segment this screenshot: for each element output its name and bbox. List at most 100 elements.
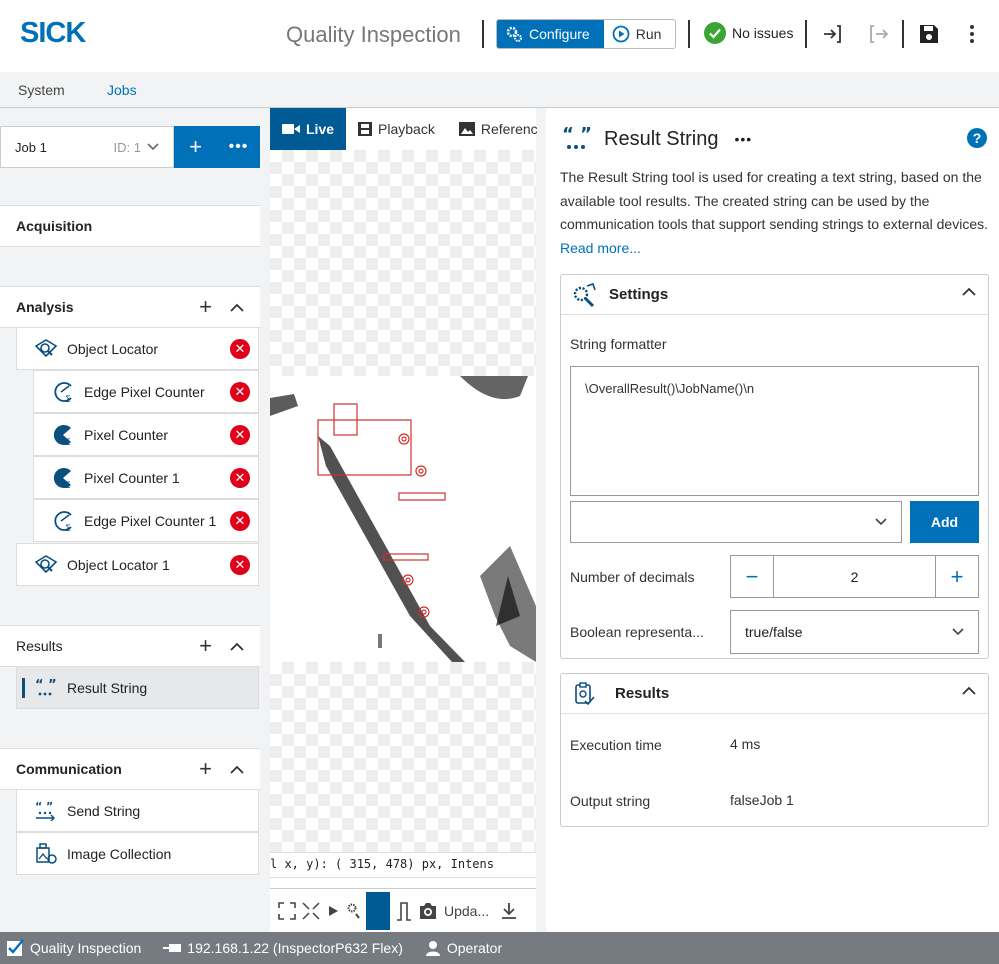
decrement-button[interactable]: − (731, 556, 773, 597)
settings-header[interactable]: Settings (561, 275, 988, 315)
status-indicator[interactable]: No issues (704, 22, 793, 44)
save-icon[interactable] (917, 22, 941, 46)
tool-item-pixel-counter-1[interactable]: Σ Pixel Counter 1 ✕ (33, 456, 259, 499)
results-card: Results Execution time 4 ms Output strin… (560, 673, 989, 827)
logout-icon[interactable] (867, 22, 891, 46)
run-label: Run (635, 26, 662, 42)
svg-text:“ ”: “ ” (35, 679, 57, 693)
chevron-down-icon (952, 628, 964, 636)
section-analysis: Analysis + (0, 286, 260, 328)
increment-button[interactable]: + (936, 556, 978, 597)
image-viewer-panel: Live Playback Referenc l x, y): (315, 4… (270, 108, 538, 932)
play-icon[interactable] (326, 904, 340, 918)
status-user: Operator (425, 940, 502, 956)
divider (688, 20, 690, 48)
execution-time-value: 4 ms (730, 736, 761, 752)
status-app: Quality Inspection (6, 939, 141, 957)
status-device-text: 192.168.1.22 (InspectorP632 Flex) (187, 940, 403, 956)
update-label[interactable]: Upda... (444, 903, 489, 919)
add-button[interactable]: Add (910, 501, 979, 543)
error-icon: ✕ (230, 425, 250, 445)
job-menu-button[interactable]: ••• (217, 126, 260, 168)
string-formatter-field[interactable]: \OverallResult()\JobName()\n (570, 366, 979, 496)
result-string-icon: “ ” (33, 675, 59, 701)
decimals-value[interactable]: 2 (773, 556, 936, 597)
camera-icon[interactable] (418, 902, 438, 920)
svg-text:“ ”: “ ” (562, 126, 592, 145)
chevron-up-icon[interactable] (962, 686, 976, 695)
execution-time-label: Execution time (570, 737, 662, 753)
chevron-down-icon (147, 143, 159, 151)
plus-icon: + (189, 134, 202, 159)
tab-playback[interactable]: Playback (346, 108, 447, 150)
chevron-up-icon[interactable] (962, 287, 976, 296)
tool-item-send-string[interactable]: “ ” Send String (16, 789, 259, 832)
run-button[interactable]: Run (604, 20, 675, 48)
boolean-select[interactable]: true/false (730, 610, 979, 654)
configure-button[interactable]: Configure (497, 20, 604, 48)
tool-item-edge-pixel-counter[interactable]: Σ Edge Pixel Counter ✕ (33, 370, 259, 413)
read-more-link[interactable]: Read more... (560, 240, 641, 256)
section-results: Results + (0, 625, 260, 667)
tool-title-text: Result String (604, 127, 719, 150)
section-acquisition[interactable]: Acquisition (0, 205, 260, 247)
more-horizontal-icon[interactable]: ••• (735, 131, 753, 147)
chevron-up-icon[interactable] (230, 765, 244, 774)
minus-icon: − (745, 563, 759, 589)
add-tool-plus-icon[interactable]: + (199, 633, 212, 659)
tab-label: Playback (378, 121, 435, 137)
add-tool-plus-icon[interactable]: + (199, 294, 212, 320)
main-tabs: System Jobs (0, 72, 999, 112)
more-vertical-icon[interactable] (960, 22, 984, 46)
svg-text:Σ: Σ (65, 395, 71, 404)
error-icon: ✕ (230, 382, 250, 402)
gear-icon[interactable] (346, 902, 360, 920)
help-icon[interactable]: ? (967, 128, 987, 148)
tool-item-label: Edge Pixel Counter 1 (84, 512, 217, 529)
output-string-value: falseJob 1 (730, 792, 794, 808)
user-icon (425, 941, 440, 956)
results-header[interactable]: Results (561, 674, 988, 714)
formatter-function-select[interactable] (570, 501, 902, 543)
add-job-button[interactable]: + (174, 126, 217, 168)
live-image[interactable] (270, 376, 536, 662)
send-string-icon: “ ” (33, 798, 59, 824)
add-tool-plus-icon[interactable]: + (199, 756, 212, 782)
tool-item-label: Object Locator (67, 340, 159, 357)
sick-logo: SICK (20, 17, 86, 49)
settings-card: Settings String formatter \OverallResult… (560, 274, 989, 659)
tool-description: The Result String tool is used for creat… (560, 166, 990, 260)
boolean-label: Boolean representa... (570, 624, 704, 640)
status-device: 192.168.1.22 (InspectorP632 Flex) (163, 940, 403, 956)
fit-to-screen-icon[interactable] (278, 901, 296, 920)
error-icon: ✕ (230, 468, 250, 488)
status-user-text: Operator (446, 940, 503, 956)
video-camera-icon (282, 124, 300, 134)
error-icon: ✕ (230, 511, 250, 531)
tab-system[interactable]: System (18, 82, 65, 98)
job-selector[interactable]: Job 1 ID: 1 (0, 126, 174, 168)
pixel-counter-icon: Σ (50, 422, 76, 448)
download-icon[interactable] (501, 902, 517, 920)
tool-item-edge-pixel-counter-1[interactable]: Σ Edge Pixel Counter 1 ✕ (33, 499, 259, 542)
status-label: No issues (732, 25, 794, 41)
chevron-up-icon[interactable] (230, 642, 244, 651)
pulse-icon[interactable] (396, 901, 412, 921)
tab-live[interactable]: Live (270, 108, 347, 150)
tool-item-object-locator-1[interactable]: Object Locator 1 ✕ (16, 543, 259, 586)
settings-title: Settings (609, 286, 669, 303)
tab-reference[interactable]: Referenc (447, 108, 550, 150)
chevron-up-icon[interactable] (230, 303, 244, 312)
section-label: Communication (16, 761, 122, 777)
trigger-toggle[interactable] (366, 891, 390, 930)
tool-item-pixel-counter[interactable]: Σ Pixel Counter ✕ (33, 413, 259, 456)
tool-item-label: Pixel Counter (84, 426, 169, 443)
expand-icon[interactable] (302, 901, 320, 920)
login-icon[interactable] (820, 22, 844, 46)
tool-item-label: Image Collection (67, 845, 172, 862)
job-name: Job 1 (15, 139, 47, 155)
tool-item-result-string[interactable]: “ ” Result String (16, 666, 259, 709)
tool-item-image-collection[interactable]: Image Collection (16, 832, 259, 875)
tab-jobs[interactable]: Jobs (103, 82, 141, 112)
tool-item-object-locator[interactable]: Object Locator ✕ (16, 327, 259, 370)
